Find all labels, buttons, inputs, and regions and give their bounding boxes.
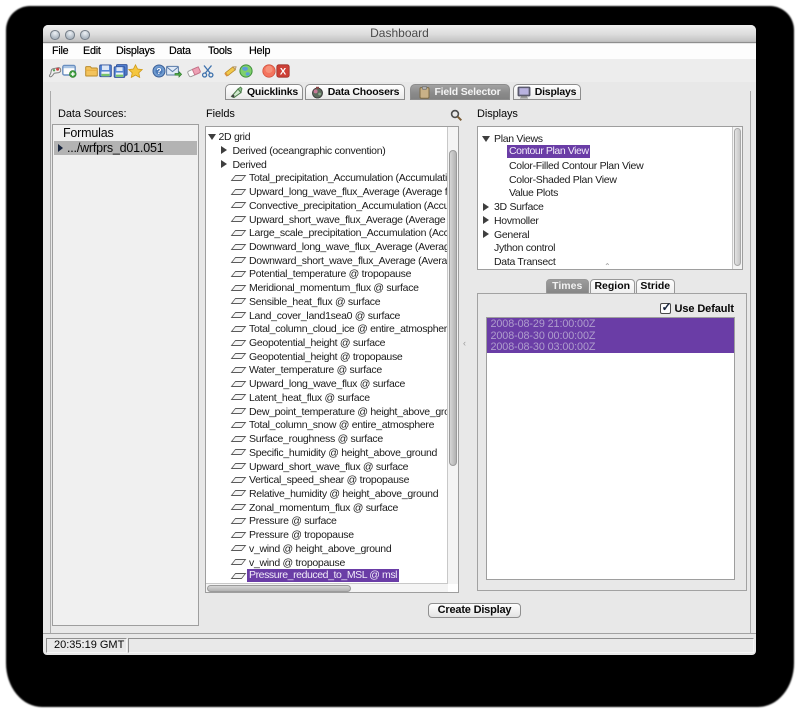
svg-text:?: ? [156,66,161,76]
svg-text:X: X [280,66,287,77]
